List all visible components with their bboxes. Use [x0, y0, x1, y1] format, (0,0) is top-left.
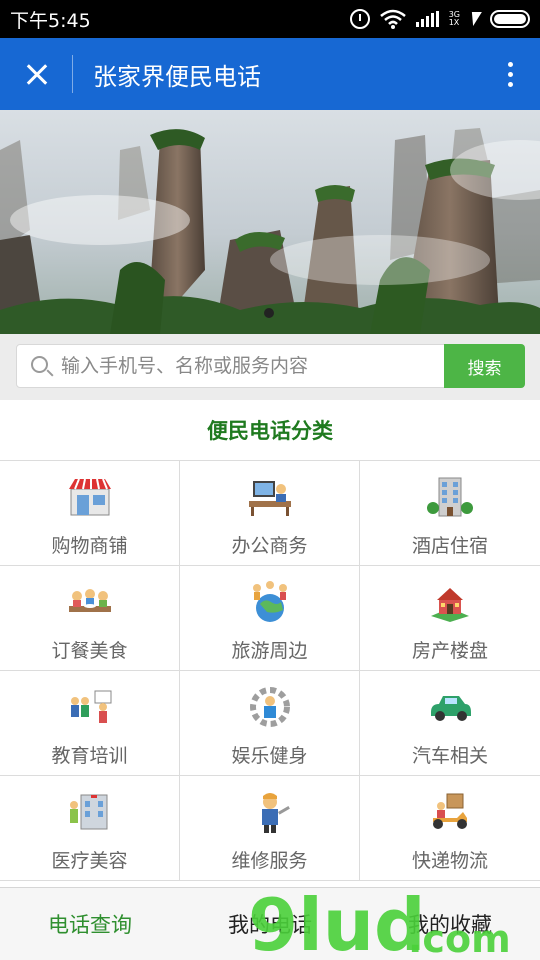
network-type: 3G 1X — [449, 11, 460, 27]
category-house[interactable]: 房产楼盘 — [360, 566, 540, 671]
more-vertical-icon[interactable] — [480, 38, 540, 110]
search-box[interactable] — [16, 344, 446, 388]
fitness-icon — [246, 685, 294, 729]
category-education[interactable]: 教育培训 — [0, 671, 180, 776]
alarm-icon — [349, 9, 370, 29]
tab-my-phones[interactable]: 我的电话 — [180, 888, 360, 960]
category-grid: 购物商铺 办公商务 酒店住宿 订餐美食 旅游周边 房产楼盘 教育培训 娱乐健身 … — [0, 460, 540, 890]
search-input[interactable] — [61, 345, 441, 387]
signal-icon — [415, 11, 439, 27]
category-food[interactable]: 订餐美食 — [0, 566, 180, 671]
category-label: 汽车相关 — [411, 745, 488, 767]
search-bar: 搜索 — [0, 334, 540, 400]
category-travel[interactable]: 旅游周边 — [180, 566, 360, 671]
category-shop[interactable]: 购物商铺 — [0, 461, 180, 566]
repair-icon — [246, 790, 294, 834]
category-label: 旅游周边 — [231, 640, 308, 662]
category-office[interactable]: 办公商务 — [180, 461, 360, 566]
shop-icon — [66, 475, 114, 519]
category-label: 办公商务 — [231, 535, 308, 557]
delivery-icon — [426, 790, 474, 834]
close-icon[interactable] — [0, 38, 72, 110]
category-label: 房产楼盘 — [411, 640, 488, 662]
banner-mountains-image — [0, 110, 540, 334]
network-1x: 1X — [448, 18, 460, 27]
house-icon — [426, 580, 474, 624]
travel-icon — [246, 580, 294, 624]
search-button[interactable]: 搜索 — [444, 344, 525, 388]
charging-icon — [468, 12, 482, 26]
app-bar-divider — [72, 55, 73, 93]
category-hotel[interactable]: 酒店住宿 — [360, 461, 540, 566]
category-label: 快递物流 — [411, 850, 488, 872]
search-icon — [31, 356, 48, 373]
category-delivery[interactable]: 快递物流 — [360, 776, 540, 881]
category-label: 酒店住宿 — [411, 535, 488, 557]
section-title: 便民电话分类 — [207, 419, 333, 443]
car-icon — [426, 685, 474, 729]
category-label: 医疗美容 — [51, 850, 128, 872]
tab-my-favorites[interactable]: 我的收藏 — [360, 888, 540, 960]
medical-icon — [66, 790, 114, 834]
status-icons: 3G 1X — [349, 9, 530, 29]
category-label: 购物商铺 — [51, 535, 128, 557]
category-medical[interactable]: 医疗美容 — [0, 776, 180, 881]
hotel-icon — [426, 475, 474, 519]
status-time: 下午5:45 — [10, 9, 91, 32]
page-title: 张家界便民电话 — [93, 62, 261, 91]
category-label: 维修服务 — [231, 850, 308, 872]
tab-phone-search[interactable]: 电话查询 — [0, 888, 180, 960]
app-bar: 张家界便民电话 — [0, 38, 540, 110]
category-label: 娱乐健身 — [231, 745, 308, 767]
category-label: 订餐美食 — [51, 640, 128, 662]
category-fitness[interactable]: 娱乐健身 — [180, 671, 360, 776]
education-icon — [66, 685, 114, 729]
category-label: 教育培训 — [51, 745, 128, 767]
bottom-nav: 电话查询 我的电话 我的收藏 — [0, 887, 540, 960]
category-repair[interactable]: 维修服务 — [180, 776, 360, 881]
battery-icon — [490, 10, 530, 28]
food-icon — [66, 580, 114, 624]
status-bar: 下午5:45 3G 1X — [0, 0, 540, 38]
office-icon — [246, 475, 294, 519]
scenery-banner[interactable] — [0, 110, 540, 334]
category-car[interactable]: 汽车相关 — [360, 671, 540, 776]
wifi-icon — [379, 9, 406, 29]
